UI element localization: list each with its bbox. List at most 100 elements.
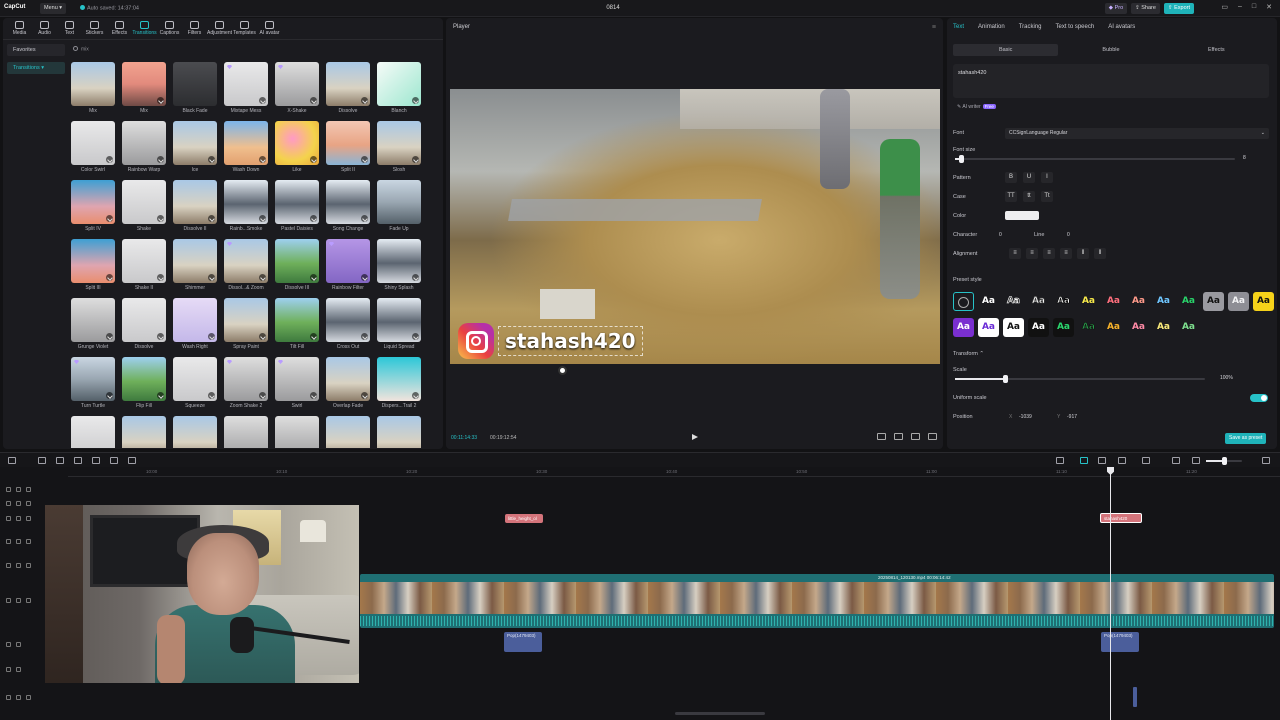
snap-icon[interactable]	[1142, 457, 1150, 464]
transition-thumbnail[interactable]	[326, 239, 370, 283]
zoom-in-icon[interactable]	[1262, 457, 1270, 464]
timeline-ruler[interactable]: 10:00 10:10 10:20 10:30 10:40 10:50 11:00 11:10…	[68, 467, 1280, 477]
zoom-out-icon[interactable]	[1192, 457, 1200, 464]
transition-thumbnail[interactable]	[173, 298, 217, 342]
fullscreen-icon[interactable]	[928, 433, 937, 440]
align-justify-icon[interactable]: ≡	[1060, 248, 1072, 259]
transition-thumbnail[interactable]	[173, 357, 217, 401]
slider-knob[interactable]	[1222, 457, 1227, 465]
transition-thumbnail[interactable]	[122, 298, 166, 342]
download-icon[interactable]	[106, 392, 113, 399]
transition-thumbnail[interactable]	[377, 298, 421, 342]
preset-style[interactable]: Aa	[1228, 292, 1249, 311]
download-icon[interactable]	[361, 333, 368, 340]
transition-thumbnail[interactable]	[275, 239, 319, 283]
lock-icon[interactable]	[16, 501, 21, 506]
preset-style[interactable]: Aa	[1078, 292, 1099, 311]
play-button[interactable]	[692, 434, 698, 440]
preset-style[interactable]: Aa	[1053, 318, 1074, 337]
tab-effects[interactable]: Effects	[107, 18, 132, 39]
text-content-input[interactable]: stahash420	[953, 64, 1269, 98]
download-icon[interactable]	[157, 392, 164, 399]
subtab-bubble[interactable]: Bubble	[1058, 44, 1163, 56]
align-right-icon[interactable]: ≡	[1043, 248, 1055, 259]
transition-thumbnail[interactable]	[326, 121, 370, 165]
audio-clip-small[interactable]	[1133, 687, 1137, 707]
case-button[interactable]: tt	[1023, 191, 1035, 202]
lock-icon[interactable]	[16, 598, 21, 603]
text-clip-selected[interactable]: stahash420	[1100, 513, 1142, 523]
share-button[interactable]: ⇪ Share	[1131, 3, 1160, 14]
preset-none[interactable]	[953, 292, 974, 311]
tab-text-to-speech[interactable]: Text to speech	[1056, 24, 1095, 30]
sidebar-item-transitions[interactable]: Transitions ▾	[7, 62, 65, 74]
preset-style[interactable]: Aa	[1103, 318, 1124, 337]
sidebar-item-favorites[interactable]: Favorites	[7, 44, 65, 56]
download-icon[interactable]	[259, 274, 266, 281]
player-menu-icon[interactable]: ≡	[932, 24, 936, 31]
download-icon[interactable]	[412, 97, 419, 104]
tab-text[interactable]: Text	[57, 18, 82, 39]
transition-thumbnail[interactable]	[173, 180, 217, 224]
download-icon[interactable]	[361, 156, 368, 163]
preset-style[interactable]: Aa	[1003, 292, 1024, 311]
tab-captions[interactable]: Captions	[157, 18, 182, 39]
layout-icon[interactable]: ▭	[1221, 3, 1228, 11]
download-icon[interactable]	[208, 333, 215, 340]
tab-ai-avatars[interactable]: AI avatars	[1108, 24, 1135, 30]
transition-thumbnail[interactable]	[71, 62, 115, 106]
preset-style[interactable]: Aa	[1153, 318, 1174, 337]
lock-icon[interactable]	[16, 642, 21, 647]
color-picker[interactable]	[1005, 211, 1039, 220]
download-icon[interactable]	[259, 156, 266, 163]
ratio-icon[interactable]	[911, 433, 920, 440]
timeline-scrollbar[interactable]	[675, 712, 765, 715]
transition-thumbnail[interactable]	[71, 239, 115, 283]
transition-thumbnail[interactable]	[224, 298, 268, 342]
tab-filters[interactable]: Filters	[182, 18, 207, 39]
lock-icon[interactable]	[16, 667, 21, 672]
preset-style[interactable]: Aa	[1128, 318, 1149, 337]
transition-thumbnail[interactable]	[275, 416, 319, 448]
timeline-zoom-slider[interactable]	[1206, 457, 1242, 465]
position-y-value[interactable]: -917	[1067, 414, 1077, 420]
audio-clip[interactable]: Pop(1479403)	[1101, 632, 1139, 652]
preset-style[interactable]: Aa	[1178, 292, 1199, 311]
eye-icon[interactable]	[26, 516, 31, 521]
transition-thumbnail[interactable]	[326, 416, 370, 448]
eye-icon[interactable]	[26, 539, 31, 544]
download-icon[interactable]	[157, 333, 164, 340]
tab-transitions[interactable]: Transitions	[132, 18, 157, 39]
download-icon[interactable]	[412, 333, 419, 340]
transition-thumbnail[interactable]	[275, 357, 319, 401]
lock-icon[interactable]	[16, 695, 21, 700]
preset-style[interactable]: Aa	[978, 292, 999, 311]
transition-thumbnail[interactable]	[224, 357, 268, 401]
main-video-clip[interactable]: 20250814_120130.mp4 00:06:14:42	[360, 574, 1274, 628]
tab-text[interactable]: Text	[953, 24, 964, 30]
playhead[interactable]	[1110, 467, 1111, 720]
preset-style[interactable]: Aa	[1028, 292, 1049, 311]
link-icon[interactable]	[1080, 457, 1088, 464]
select-tool-icon[interactable]	[8, 457, 16, 464]
export-button[interactable]: ⇧ Export	[1163, 3, 1194, 14]
subtab-basic[interactable]: Basic	[953, 44, 1059, 56]
character-value[interactable]: 0	[999, 232, 1002, 238]
transition-thumbnail[interactable]	[377, 62, 421, 106]
tab-adjustment[interactable]: Adjustment	[207, 18, 232, 39]
transition-thumbnail[interactable]	[224, 239, 268, 283]
download-icon[interactable]	[310, 97, 317, 104]
track-toggle-icon[interactable]	[6, 501, 11, 506]
align-center-icon[interactable]: ≡	[1026, 248, 1038, 259]
menu-button[interactable]: Menu ▾	[40, 3, 67, 14]
preset-style[interactable]: Aa	[1253, 292, 1274, 311]
case-button[interactable]: TT	[1005, 191, 1017, 202]
font-size-value[interactable]: 8	[1243, 155, 1246, 161]
position-x-value[interactable]: -1039	[1019, 414, 1032, 420]
download-icon[interactable]	[259, 333, 266, 340]
download-icon[interactable]	[106, 333, 113, 340]
download-icon[interactable]	[412, 274, 419, 281]
transition-thumbnail[interactable]	[326, 357, 370, 401]
lock-icon[interactable]	[16, 516, 21, 521]
transition-thumbnail[interactable]	[122, 180, 166, 224]
